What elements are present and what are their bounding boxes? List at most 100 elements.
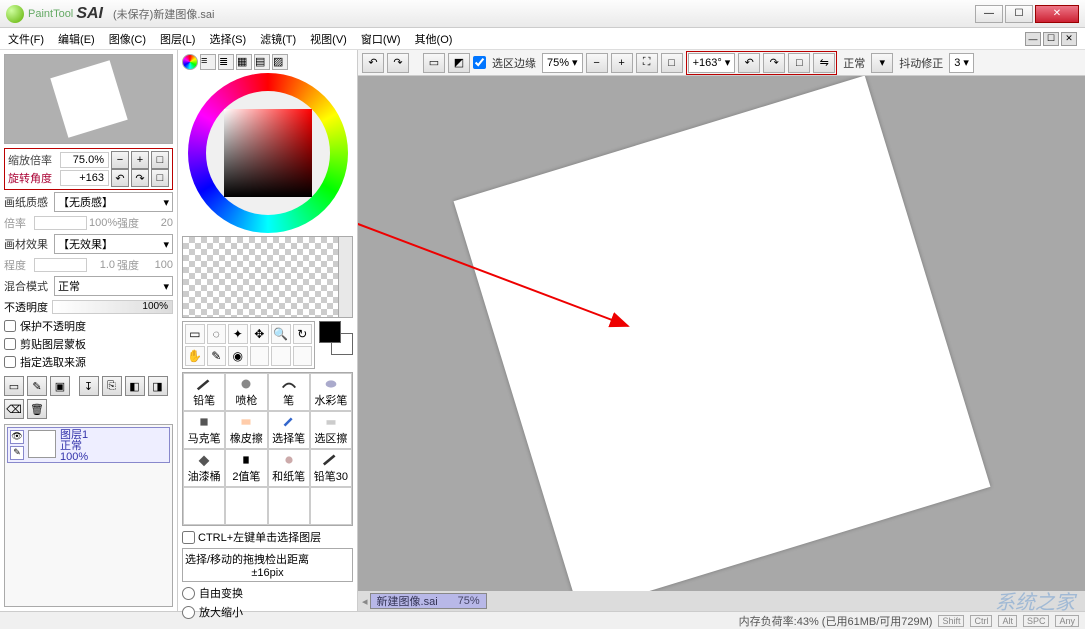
zoom-tool[interactable]: 🔍 bbox=[271, 324, 291, 344]
add-mask-button[interactable]: ◧ bbox=[125, 376, 145, 396]
merge-down-button[interactable]: ⎘ bbox=[102, 376, 122, 396]
rgb-slider-mode-icon[interactable]: ≡ bbox=[200, 54, 216, 70]
color-picker-tool[interactable]: ◉ bbox=[228, 346, 248, 366]
brush-airbrush[interactable]: 喷枪 bbox=[225, 373, 267, 411]
ctrl-click-checkbox[interactable] bbox=[182, 531, 195, 544]
zoom-value[interactable]: 75.0% bbox=[60, 152, 109, 168]
brush-pencil30[interactable]: 铅笔30 bbox=[310, 449, 352, 487]
close-button[interactable]: ✕ bbox=[1035, 5, 1079, 23]
move-tool[interactable]: ✥ bbox=[250, 324, 270, 344]
delete-layer-button[interactable]: 🗑 bbox=[27, 399, 47, 419]
rotate-reset-tb-button[interactable]: □ bbox=[788, 53, 810, 73]
brush-eraser[interactable]: 橡皮擦 bbox=[225, 411, 267, 449]
protect-opacity-checkbox[interactable] bbox=[4, 320, 16, 332]
select-source-checkbox[interactable] bbox=[4, 356, 16, 368]
color-wheel-mode-icon[interactable] bbox=[182, 54, 198, 70]
menu-edit[interactable]: 编辑(E) bbox=[58, 31, 95, 47]
brush-bucket[interactable]: 油漆桶 bbox=[183, 449, 225, 487]
menu-view[interactable]: 视图(V) bbox=[310, 31, 347, 47]
free-transform-radio[interactable] bbox=[182, 587, 195, 600]
zoom-select[interactable]: 75% ▾ bbox=[542, 53, 583, 73]
tab-prev-icon[interactable]: ◂ bbox=[362, 595, 368, 608]
zoom-fit-tb-button[interactable]: ⛶ bbox=[636, 53, 658, 73]
redo-button[interactable]: ↷ bbox=[387, 53, 409, 73]
blend-dropdown-button[interactable]: ▾ bbox=[871, 53, 893, 73]
brush-binary[interactable]: 2值笔 bbox=[225, 449, 267, 487]
stabilizer-select[interactable]: 3 ▾ bbox=[949, 53, 974, 73]
brush-select-eraser[interactable]: 选区擦 bbox=[310, 411, 352, 449]
drag-detect-value[interactable]: ±16pix bbox=[185, 567, 350, 579]
paper-texture-select[interactable]: 【无质感】▾ bbox=[54, 192, 173, 212]
lasso-tool[interactable]: ◌ bbox=[207, 324, 227, 344]
menu-filter[interactable]: 滤镜(T) bbox=[260, 31, 296, 47]
brush-watercolor[interactable]: 水彩笔 bbox=[310, 373, 352, 411]
magic-wand-tool[interactable]: ✦ bbox=[228, 324, 248, 344]
color-square[interactable] bbox=[224, 109, 312, 197]
doc-close-button[interactable]: ✕ bbox=[1061, 32, 1077, 46]
zoom-100-tb-button[interactable]: □ bbox=[661, 53, 683, 73]
brush-washi[interactable]: 和纸笔 bbox=[268, 449, 310, 487]
color-wheel[interactable] bbox=[182, 73, 353, 233]
eyedropper-tool[interactable]: ✎ bbox=[207, 346, 227, 366]
sel-edge-checkbox[interactable] bbox=[473, 56, 486, 69]
blend-mode-select[interactable]: 正常▾ bbox=[54, 276, 173, 296]
apply-mask-button[interactable]: ◨ bbox=[148, 376, 168, 396]
fg-color-swatch[interactable] bbox=[319, 321, 341, 343]
navigator-preview[interactable] bbox=[4, 54, 173, 144]
deselect-button[interactable]: ▭ bbox=[423, 53, 445, 73]
minimize-button[interactable]: — bbox=[975, 5, 1003, 23]
swatch-scrollbar[interactable] bbox=[338, 237, 352, 317]
invert-sel-button[interactable]: ◩ bbox=[448, 53, 470, 73]
zoom-in-button[interactable]: + bbox=[131, 151, 149, 169]
material-effect-select[interactable]: 【无效果】▾ bbox=[54, 234, 173, 254]
scale-transform-radio[interactable] bbox=[182, 606, 195, 619]
canvas-paper[interactable] bbox=[453, 76, 990, 591]
new-layer-button[interactable]: ▭ bbox=[4, 376, 24, 396]
brush-select-pen[interactable]: 选择笔 bbox=[268, 411, 310, 449]
document-tab[interactable]: 新建图像.sai 75% bbox=[370, 593, 487, 609]
scratchpad-mode-icon[interactable]: ▨ bbox=[272, 54, 288, 70]
rotate-ccw-tb-button[interactable]: ↶ bbox=[738, 53, 760, 73]
menu-image[interactable]: 图像(C) bbox=[109, 31, 146, 47]
rotate-cw-tb-button[interactable]: ↷ bbox=[763, 53, 785, 73]
rotate-tool[interactable]: ↻ bbox=[293, 324, 313, 344]
hsv-slider-mode-icon[interactable]: ≣ bbox=[218, 54, 234, 70]
menu-window[interactable]: 窗口(W) bbox=[361, 31, 401, 47]
layer-item[interactable]: 👁 ✎ 图层1 正常 100% bbox=[7, 427, 170, 463]
clear-layer-button[interactable]: ⌫ bbox=[4, 399, 24, 419]
brush-pencil[interactable]: 铅笔 bbox=[183, 373, 225, 411]
rect-select-tool[interactable]: ▭ bbox=[185, 324, 205, 344]
layer-edit-icon[interactable]: ✎ bbox=[10, 446, 24, 460]
opacity-slider[interactable]: 100% bbox=[52, 300, 173, 314]
gray-mode-icon[interactable]: ▦ bbox=[236, 54, 252, 70]
flip-h-tb-button[interactable]: ⇋ bbox=[813, 53, 835, 73]
brush-brush[interactable]: 笔 bbox=[268, 373, 310, 411]
undo-button[interactable]: ↶ bbox=[362, 53, 384, 73]
zoom-out-tb-button[interactable]: − bbox=[586, 53, 608, 73]
menu-select[interactable]: 选择(S) bbox=[209, 31, 246, 47]
rotate-value[interactable]: +163 bbox=[60, 170, 109, 186]
rotate-cw-button[interactable]: ↷ bbox=[131, 169, 149, 187]
maximize-button[interactable]: ☐ bbox=[1005, 5, 1033, 23]
rotate-ccw-button[interactable]: ↶ bbox=[111, 169, 129, 187]
swatch-mode-icon[interactable]: ▤ bbox=[254, 54, 270, 70]
zoom-reset-button[interactable]: □ bbox=[151, 151, 169, 169]
menu-other[interactable]: 其他(O) bbox=[415, 31, 453, 47]
layer-visible-icon[interactable]: 👁 bbox=[10, 430, 24, 444]
menu-layer[interactable]: 图层(L) bbox=[160, 31, 195, 47]
canvas-viewport[interactable] bbox=[358, 76, 1085, 591]
new-linework-button[interactable]: ✎ bbox=[27, 376, 47, 396]
brush-marker[interactable]: 马克笔 bbox=[183, 411, 225, 449]
transfer-down-button[interactable]: ↧ bbox=[79, 376, 99, 396]
hand-tool[interactable]: ✋ bbox=[185, 346, 205, 366]
layer-list[interactable]: 👁 ✎ 图层1 正常 100% bbox=[4, 424, 173, 607]
clip-mask-checkbox[interactable] bbox=[4, 338, 16, 350]
swatch-area[interactable] bbox=[182, 236, 353, 318]
fg-bg-color[interactable] bbox=[319, 321, 353, 355]
doc-minimize-button[interactable]: — bbox=[1025, 32, 1041, 46]
rotation-input[interactable]: +163° ▾ bbox=[688, 53, 736, 73]
menu-file[interactable]: 文件(F) bbox=[8, 31, 44, 47]
zoom-out-button[interactable]: − bbox=[111, 151, 129, 169]
rotate-reset-button[interactable]: □ bbox=[151, 169, 169, 187]
new-folder-button[interactable]: ▣ bbox=[50, 376, 70, 396]
